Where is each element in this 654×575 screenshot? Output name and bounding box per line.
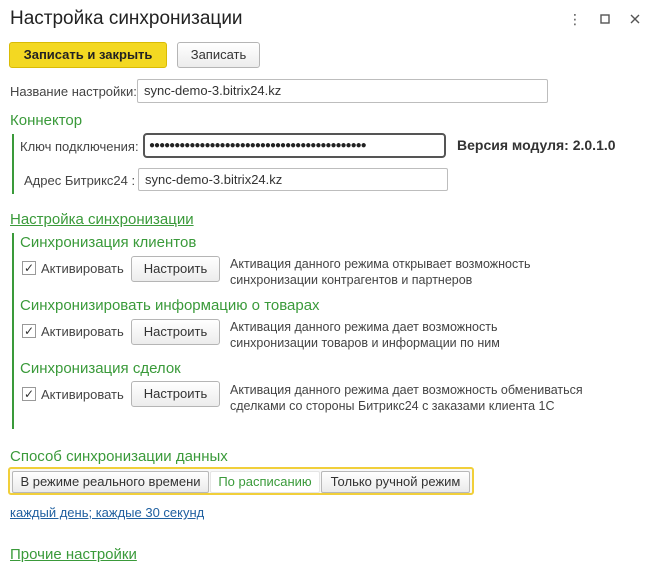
sync-settings-group-bar (12, 233, 14, 429)
products-description-line-2: синхронизации товаров и информации по ни… (230, 336, 500, 350)
bitrix-address-input[interactable]: sync-demo-3.bitrix24.kz (138, 168, 448, 191)
window-title: Настройка синхронизации (10, 8, 243, 29)
connection-key-input[interactable]: ●●●●●●●●●●●●●●●●●●●●●●●●●●●●●●●●●●●●●●●●… (143, 133, 446, 158)
deals-description-line-1: Активация данного режима дает возможност… (230, 383, 583, 397)
clients-activate-checkbox[interactable]: ✓ (22, 261, 36, 275)
save-button[interactable]: Записать (177, 42, 260, 68)
clients-sync-title: Синхронизация клиентов (20, 234, 197, 251)
products-activate-label[interactable]: Активировать (41, 324, 124, 339)
save-and-close-button[interactable]: Записать и закрыть (9, 42, 167, 68)
clients-configure-button[interactable]: Настроить (131, 256, 220, 282)
schedule-link[interactable]: каждый день; каждые 30 секунд (10, 505, 204, 520)
clients-description-line-1: Активация данного режима открывает возмо… (230, 257, 531, 271)
deals-configure-button[interactable]: Настроить (131, 381, 220, 407)
bitrix-address-label: Адрес Битрикс24 : (24, 173, 136, 188)
close-icon[interactable] (626, 10, 644, 28)
deals-activate-checkbox[interactable]: ✓ (22, 387, 36, 401)
settings-name-input[interactable]: sync-demo-3.bitrix24.kz (137, 79, 548, 103)
sync-method-heading: Способ синхронизации данных (10, 448, 228, 465)
settings-name-label: Название настройки: (10, 84, 137, 99)
more-vertical-icon[interactable]: ⋮ (566, 10, 584, 28)
sync-mode-scheduled[interactable]: По расписанию (210, 471, 320, 493)
clients-activate-label[interactable]: Активировать (41, 261, 124, 276)
other-settings-heading[interactable]: Прочие настройки (10, 546, 137, 563)
clients-description-line-2: синхронизации контрагентов и партнеров (230, 273, 473, 287)
products-sync-title: Синхронизировать информацию о товарах (20, 297, 320, 314)
module-version: Версия модуля: 2.0.1.0 (457, 137, 616, 153)
sync-settings-heading[interactable]: Настройка синхронизации (10, 211, 194, 228)
products-configure-button[interactable]: Настроить (131, 319, 220, 345)
sync-mode-manual[interactable]: Только ручной режим (321, 471, 470, 493)
connection-key-label: Ключ подключения: (20, 139, 139, 154)
connector-group-bar (12, 134, 14, 194)
deals-description-line-2: сделками со стороны Битрикс24 с заказами… (230, 399, 555, 413)
products-activate-checkbox[interactable]: ✓ (22, 324, 36, 338)
sync-mode-realtime[interactable]: В режиме реального времени (12, 471, 209, 493)
maximize-icon[interactable] (596, 10, 614, 28)
products-description-line-1: Активация данного режима дает возможност… (230, 320, 498, 334)
deals-activate-label[interactable]: Активировать (41, 387, 124, 402)
deals-sync-title: Синхронизация сделок (20, 360, 181, 377)
connector-heading: Коннектор (10, 112, 83, 129)
sync-method-selector: В режиме реального времени По расписанию… (8, 467, 474, 495)
